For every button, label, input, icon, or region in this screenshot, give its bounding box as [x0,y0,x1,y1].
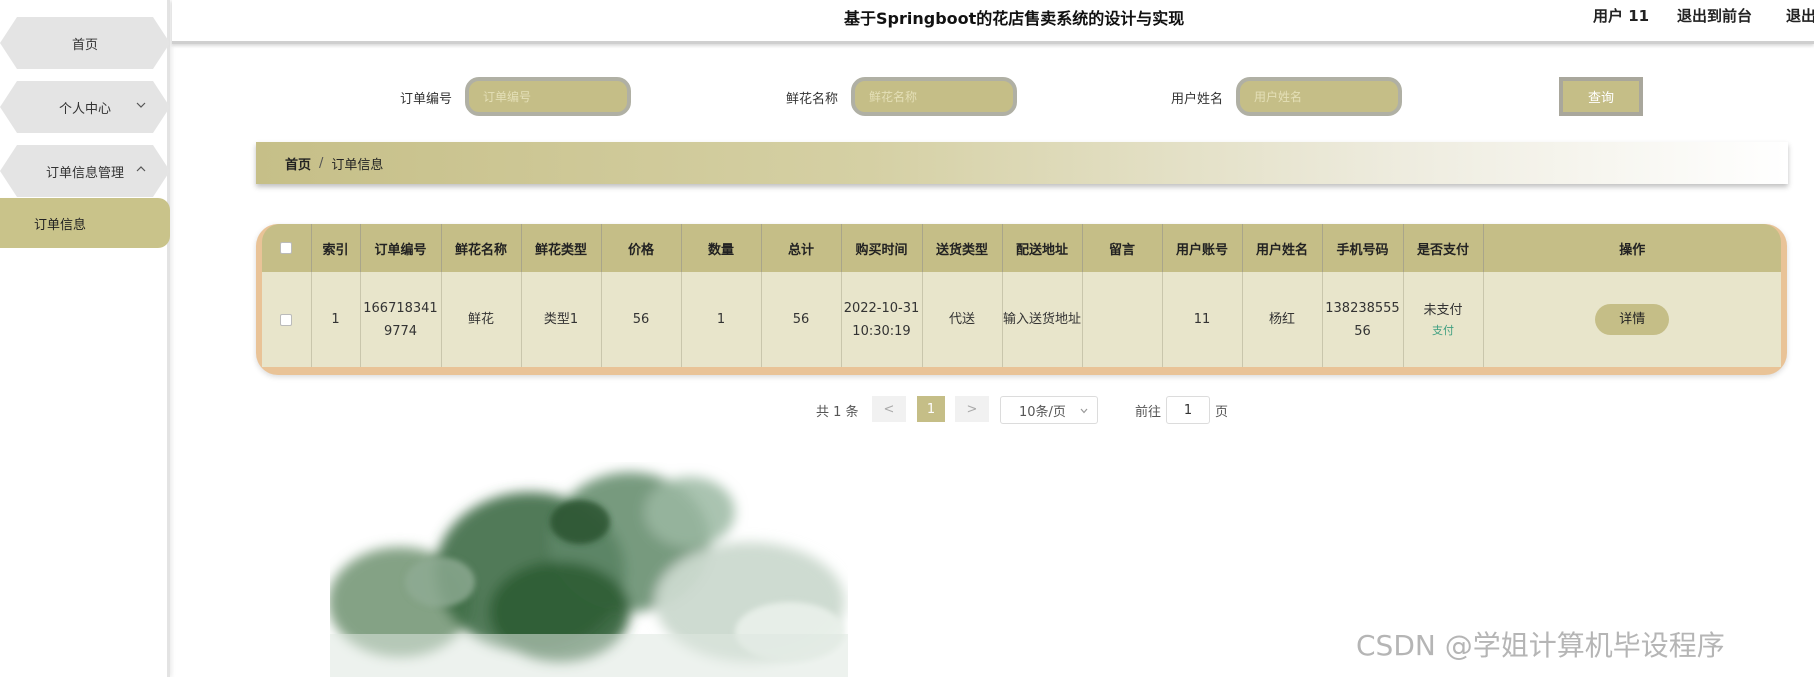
col-header: 操作 [1483,224,1781,272]
order-table: 索引 订单编号 鲜花名称 鲜花类型 价格 数量 总计 购买时间 送货类型 配送地… [262,224,1781,367]
cell-flower-type: 类型1 [521,272,602,367]
col-header: 价格 [601,224,682,272]
user-label: 用户 11 [1593,7,1650,25]
cell-delivery-type: 代送 [922,272,1003,367]
select-all-header [262,224,312,272]
pay-link[interactable]: 支付 [1404,322,1483,340]
sidebar-item-order-management[interactable]: 订单信息管理 [0,145,170,197]
sidebar-item-home[interactable]: 首页 [0,17,170,69]
breadcrumb: 首页 / 订单信息 [256,142,1788,184]
col-header: 手机号码 [1322,224,1404,272]
sidebar-subitem-order-info[interactable]: 订单信息 [0,198,170,248]
sidebar-subitem-label: 订单信息 [34,217,87,233]
logout-link[interactable]: 退出 [1786,5,1814,26]
cell-price: 56 [601,272,682,367]
user-name-input[interactable] [1236,77,1402,116]
col-header: 鲜花名称 [441,224,522,272]
cell-flower-name: 鲜花 [441,272,522,367]
page-size-select[interactable]: 10条/页 [1000,396,1098,424]
col-header: 购买时间 [841,224,923,272]
col-header: 总计 [761,224,842,272]
watermark-text: CSDN @学姐计算机毕设程序 [1356,629,1725,662]
cell-paid-status: 未支付 支付 [1403,272,1484,367]
col-header: 鲜花类型 [521,224,602,272]
order-no-label: 订单编号 [400,92,453,107]
cell-user-name: 杨红 [1242,272,1323,367]
chevron-up-icon [136,166,146,172]
col-header: 索引 [311,224,361,272]
breadcrumb-home[interactable]: 首页 [285,154,311,173]
flower-name-label: 鲜花名称 [786,92,839,107]
sidebar-item-personal-center[interactable]: 个人中心 [0,81,170,133]
top-header: 基于Springboot的花店售卖系统的设计与实现 用户 11 退出到前台 退出 [172,0,1814,44]
chevron-down-icon [1080,408,1088,414]
breadcrumb-separator: / [319,155,324,171]
col-header: 数量 [681,224,762,272]
table-row: 1 1667183419774 鲜花 类型1 56 1 56 2022-10-3… [262,272,1781,367]
select-all-checkbox[interactable] [280,242,293,254]
cell-purchase-time: 2022-10-31 10:30:19 [841,272,923,367]
row-select-cell [262,272,312,367]
cell-phone: 13823855556 [1322,272,1404,367]
chevron-down-icon [136,102,146,108]
page-number-current[interactable]: 1 [917,396,945,422]
ink-painting-image [330,472,848,677]
cell-message [1082,272,1163,367]
goto-label: 前往 [1135,404,1162,420]
page-size-value: 10条/页 [1019,404,1066,420]
sidebar-item-label: 首页 [71,37,98,53]
cell-index: 1 [311,272,361,367]
pagination-total: 共 1 条 [816,404,859,420]
paid-status-text: 未支付 [1423,303,1463,318]
cell-account: 11 [1162,272,1243,367]
col-header: 留言 [1082,224,1163,272]
sidebar-item-label: 个人中心 [58,101,111,117]
query-button[interactable]: 查询 [1559,77,1643,116]
col-header: 用户姓名 [1242,224,1323,272]
detail-button[interactable]: 详情 [1595,304,1670,335]
breadcrumb-current: 订单信息 [331,157,384,173]
col-header: 用户账号 [1162,224,1243,272]
cell-actions: 详情 [1483,272,1781,367]
col-header: 是否支付 [1403,224,1484,272]
cell-address: 输入送货地址 [1002,272,1083,367]
flower-name-input[interactable] [851,77,1017,116]
back-to-front-link[interactable]: 退出到前台 [1677,5,1752,26]
row-checkbox[interactable] [280,313,293,326]
cell-total: 56 [761,272,842,367]
cell-quantity: 1 [681,272,762,367]
order-no-input[interactable] [465,77,631,116]
page-suffix-label: 页 [1215,404,1229,420]
table-header-row: 索引 订单编号 鲜花名称 鲜花类型 价格 数量 总计 购买时间 送货类型 配送地… [262,224,1781,272]
col-header: 送货类型 [922,224,1003,272]
col-header: 订单编号 [360,224,442,272]
next-page-button[interactable]: > [955,396,989,422]
cell-order-no: 1667183419774 [360,272,442,367]
col-header: 配送地址 [1002,224,1083,272]
order-table-container: 索引 订单编号 鲜花名称 鲜花类型 价格 数量 总计 购买时间 送货类型 配送地… [256,224,1787,375]
page-title: 基于Springboot的花店售卖系统的设计与实现 [844,9,1185,28]
sidebar: 首页 个人中心 订单信息管理 订单信息 [0,0,170,677]
goto-page-input[interactable] [1166,396,1210,424]
sidebar-item-label: 订单信息管理 [45,165,124,181]
prev-page-button[interactable]: < [872,396,906,422]
user-name-label: 用户姓名 [1171,92,1224,107]
